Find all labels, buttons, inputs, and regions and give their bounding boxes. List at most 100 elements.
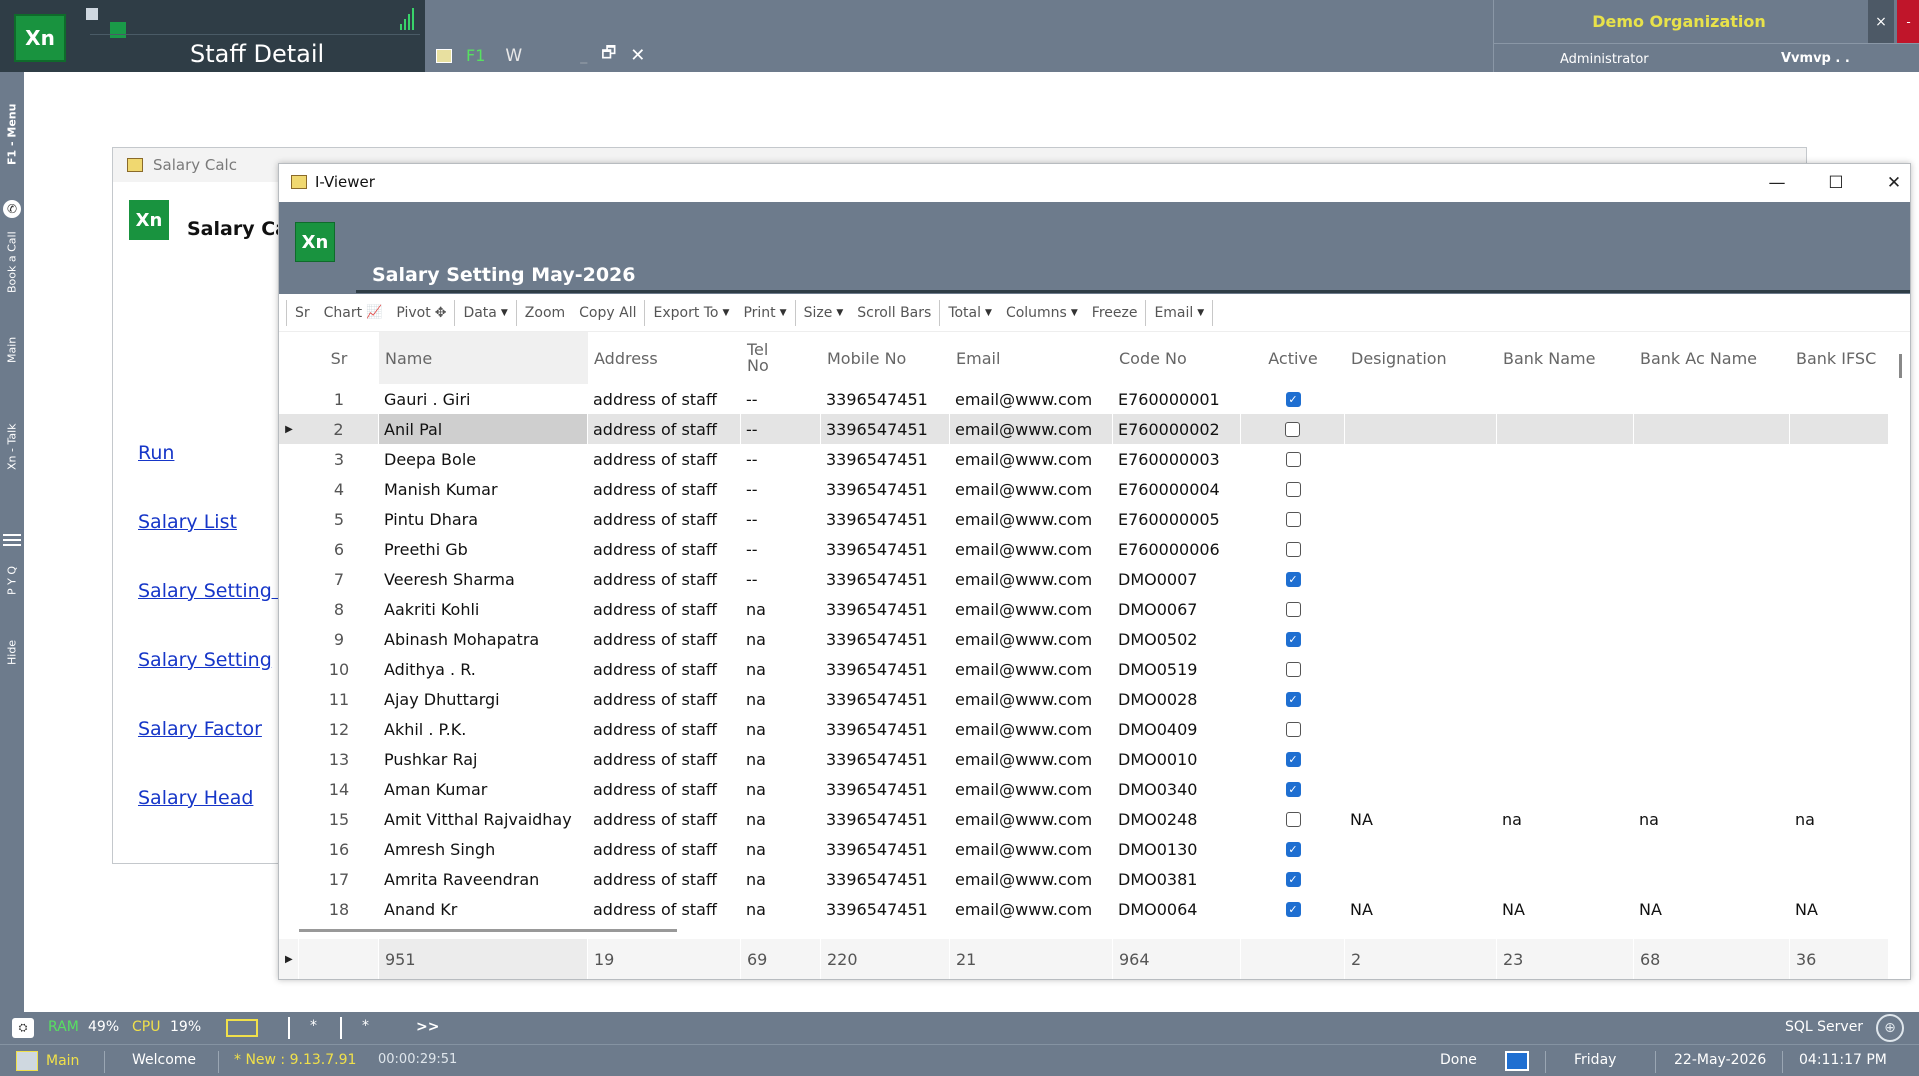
rail-hide[interactable]: Hide xyxy=(0,632,24,672)
cell-email[interactable]: email@www.com xyxy=(950,864,1113,894)
cell-designation[interactable] xyxy=(1345,654,1497,684)
cell-mobile[interactable]: 3396547451 xyxy=(821,774,950,804)
cell-code[interactable]: E760000002 xyxy=(1113,414,1241,444)
cell-code[interactable]: DMO0010 xyxy=(1113,744,1241,774)
cell-designation[interactable] xyxy=(1345,624,1497,654)
cell-designation[interactable]: NA xyxy=(1345,804,1497,834)
table-row[interactable]: 5 Pintu Dhara address of staff -- 3396547451… xyxy=(279,504,1889,534)
active-checkbox[interactable] xyxy=(1285,541,1301,557)
cell-mobile[interactable]: 3396547451 xyxy=(821,744,950,774)
rail-main[interactable]: Main xyxy=(0,330,24,370)
cell-bank-name[interactable] xyxy=(1497,684,1634,714)
cell-email[interactable]: email@www.com xyxy=(950,894,1113,924)
table-row[interactable]: 8 Aakriti Kohli address of staff na 33965474… xyxy=(279,594,1889,624)
cell-address[interactable]: address of staff xyxy=(588,414,741,444)
table-row[interactable]: 7 Veeresh Sharma address of staff -- 3396547… xyxy=(279,564,1889,594)
column-header-sr[interactable]: Sr xyxy=(279,332,379,384)
active-checkbox[interactable] xyxy=(1285,451,1301,467)
cell-name[interactable]: Manish Kumar xyxy=(379,474,588,504)
cell-address[interactable]: address of staff xyxy=(588,864,741,894)
cell-designation[interactable] xyxy=(1345,474,1497,504)
cell-bank-ac-name[interactable] xyxy=(1634,564,1790,594)
cell-address[interactable]: address of staff xyxy=(588,594,741,624)
active-checkbox[interactable]: ✓ xyxy=(1285,391,1301,407)
main-label[interactable]: Main xyxy=(46,1053,79,1069)
cell-code[interactable]: DMO0064 xyxy=(1113,894,1241,924)
cell-mobile[interactable]: 3396547451 xyxy=(821,654,950,684)
cell-designation[interactable] xyxy=(1345,834,1497,864)
cell-bank-ac-name[interactable]: na xyxy=(1634,804,1790,834)
cell-email[interactable]: email@www.com xyxy=(950,534,1113,564)
cell-bank-ifsc[interactable] xyxy=(1790,444,1889,474)
vertical-scrollbar[interactable] xyxy=(1899,354,1902,378)
cell-name[interactable]: Preethi Gb xyxy=(379,534,588,564)
column-header-name[interactable]: Name xyxy=(379,332,588,384)
cell-bank-name[interactable] xyxy=(1497,564,1634,594)
cell-bank-ifsc[interactable] xyxy=(1790,864,1889,894)
salary-factor-link[interactable]: Salary Factor xyxy=(138,718,262,740)
cell-email[interactable]: email@www.com xyxy=(950,474,1113,504)
cell-bank-ac-name[interactable] xyxy=(1634,474,1790,504)
cell-mobile[interactable]: 3396547451 xyxy=(821,804,950,834)
cell-bank-name[interactable] xyxy=(1497,834,1634,864)
cell-bank-name[interactable] xyxy=(1497,474,1634,504)
cell-name[interactable]: Veeresh Sharma xyxy=(379,564,588,594)
cell-sr[interactable]: 15 xyxy=(279,804,379,834)
cell-mobile[interactable]: 3396547451 xyxy=(821,534,950,564)
table-row[interactable]: ▶ 2 Anil Pal address of staff -- 3396547451 em… xyxy=(279,414,1889,444)
cell-bank-ac-name[interactable] xyxy=(1634,384,1790,414)
monitor-icon[interactable]: ⛭ xyxy=(12,1018,34,1038)
cell-sr[interactable]: 8 xyxy=(279,594,379,624)
restore-icon[interactable]: 🗗 xyxy=(601,42,616,69)
table-row[interactable]: 13 Pushkar Raj address of staff na 339654745… xyxy=(279,744,1889,774)
rail-book-call[interactable]: Book a Call xyxy=(0,222,24,302)
f1-button[interactable]: F1 xyxy=(466,46,485,65)
table-row[interactable]: 4 Manish Kumar address of staff -- 339654745… xyxy=(279,474,1889,504)
salary-head-link[interactable]: Salary Head xyxy=(138,787,253,809)
cell-mobile[interactable]: 3396547451 xyxy=(821,474,950,504)
cell-tel[interactable]: na xyxy=(741,834,821,864)
cell-mobile[interactable]: 3396547451 xyxy=(821,834,950,864)
table-row[interactable]: 17 Amrita Raveendran address of staff na 339… xyxy=(279,864,1889,894)
zoom-button[interactable]: Zoom xyxy=(518,305,572,321)
cell-bank-ifsc[interactable] xyxy=(1790,654,1889,684)
cell-code[interactable]: E760000001 xyxy=(1113,384,1241,414)
cell-address[interactable]: address of staff xyxy=(588,804,741,834)
table-row[interactable]: 3 Deepa Bole address of staff -- 3396547451 e… xyxy=(279,444,1889,474)
columns-dropdown[interactable]: Columns ▼ xyxy=(999,305,1085,321)
cell-sr[interactable]: 1 xyxy=(279,384,379,414)
cell-name[interactable]: Anil Pal xyxy=(379,414,588,444)
cell-address[interactable]: address of staff xyxy=(588,654,741,684)
cell-tel[interactable]: -- xyxy=(741,384,821,414)
cell-name[interactable]: Deepa Bole xyxy=(379,444,588,474)
cell-address[interactable]: address of staff xyxy=(588,624,741,654)
cell-address[interactable]: address of staff xyxy=(588,564,741,594)
column-header-designation[interactable]: Designation xyxy=(1345,332,1497,384)
cell-email[interactable]: email@www.com xyxy=(950,414,1113,444)
cell-address[interactable]: address of staff xyxy=(588,384,741,414)
cell-code[interactable]: DMO0028 xyxy=(1113,684,1241,714)
freeze-button[interactable]: Freeze xyxy=(1085,305,1145,321)
cell-sr[interactable]: 14 xyxy=(279,774,379,804)
cell-address[interactable]: address of staff xyxy=(588,444,741,474)
cell-bank-ifsc[interactable] xyxy=(1790,714,1889,744)
cell-sr[interactable]: 10 xyxy=(279,654,379,684)
cell-bank-name[interactable] xyxy=(1497,594,1634,624)
cell-tel[interactable]: na xyxy=(741,864,821,894)
cell-code[interactable]: DMO0409 xyxy=(1113,714,1241,744)
table-row[interactable]: 12 Akhil . P.K. address of staff na 33965474… xyxy=(279,714,1889,744)
size-dropdown[interactable]: Size ▼ xyxy=(797,305,851,321)
cell-email[interactable]: email@www.com xyxy=(950,384,1113,414)
cell-code[interactable]: DMO0007 xyxy=(1113,564,1241,594)
w-button[interactable]: W xyxy=(505,46,522,66)
cell-tel[interactable]: -- xyxy=(741,474,821,504)
sr-button[interactable]: Sr xyxy=(288,305,317,321)
cell-sr[interactable]: 16 xyxy=(279,834,379,864)
table-row[interactable]: 16 Amresh Singh address of staff na 33965474… xyxy=(279,834,1889,864)
table-row[interactable]: 15 Amit Vitthal Rajvaidhay address of staf… xyxy=(279,804,1889,834)
cell-mobile[interactable]: 3396547451 xyxy=(821,444,950,474)
cell-code[interactable]: DMO0340 xyxy=(1113,774,1241,804)
cell-tel[interactable]: -- xyxy=(741,564,821,594)
user-name[interactable]: Vvmvp . . xyxy=(1781,51,1850,66)
cell-name[interactable]: Pushkar Raj xyxy=(379,744,588,774)
